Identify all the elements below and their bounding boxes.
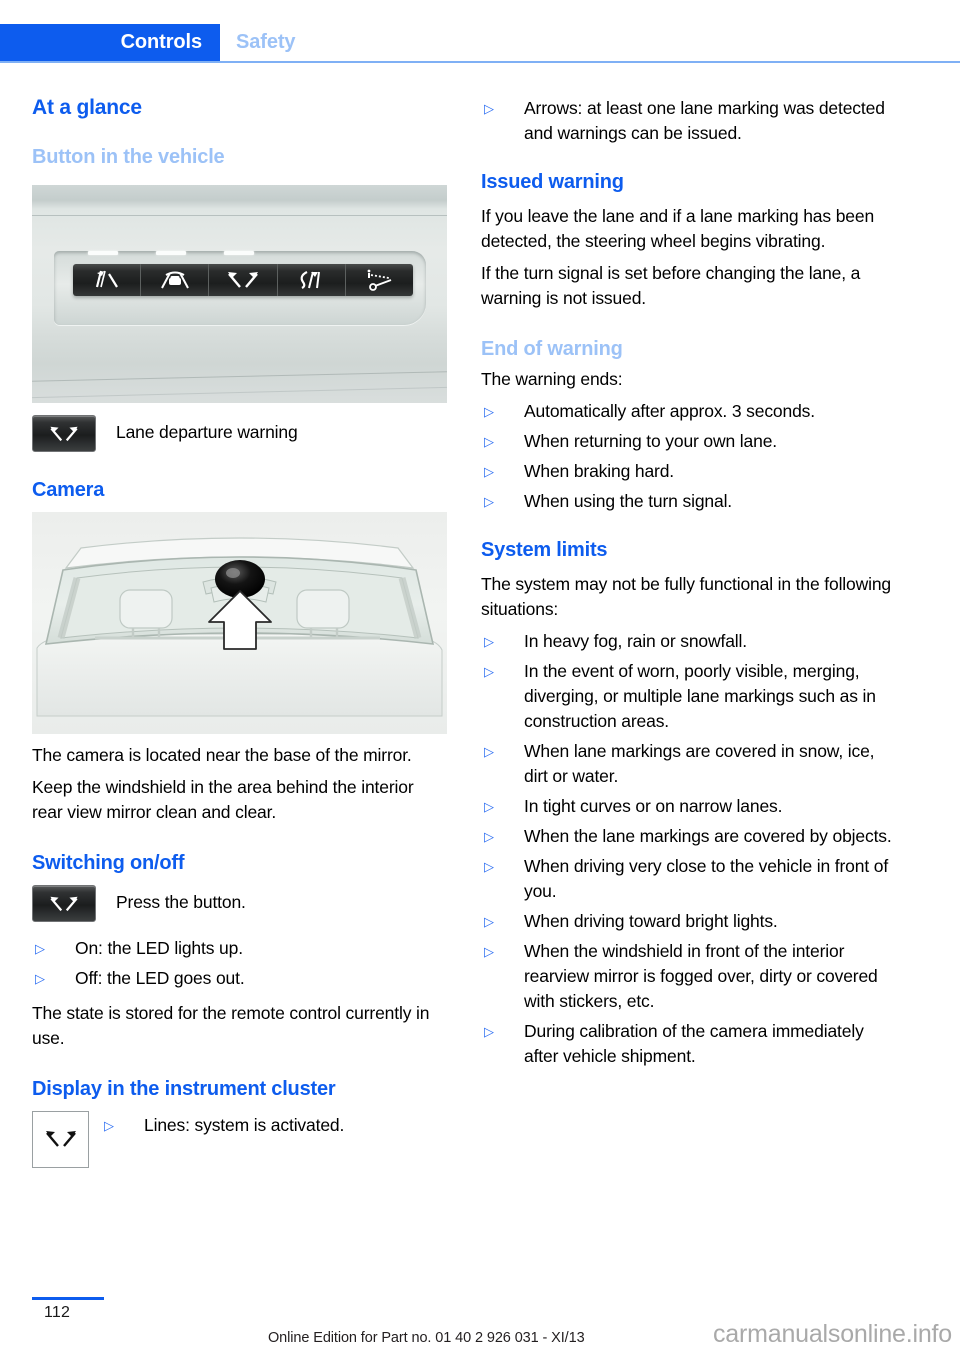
issued-warning-paragraph-2: If the turn signal is set before changin… — [481, 263, 861, 308]
list-item: ▷ When driving toward bright lights. — [481, 909, 896, 934]
page-number: 112 — [44, 1304, 71, 1321]
list-item-label: When the windshield in front of the inte… — [524, 941, 878, 1011]
heading-camera: Camera — [32, 479, 105, 501]
heading-display-instrument-cluster: Display in the instrument cluster — [32, 1078, 336, 1100]
list-item-label: When the lane markings are covered by ob… — [524, 826, 892, 846]
system-limits-intro: The system may not be fully functional i… — [481, 574, 892, 619]
bullet-triangle-icon: ▷ — [484, 101, 494, 116]
press-the-button-caption: Press the button. — [116, 892, 246, 912]
button-strip — [73, 264, 413, 296]
site-watermark: carmanualsonline.info — [712, 1320, 952, 1348]
list-item-label: Off: the LED goes out. — [75, 968, 245, 988]
button-active-cruise-control-icon[interactable] — [141, 264, 210, 296]
panel-seam — [32, 215, 447, 216]
heading-issued-warning: Issued warning — [481, 171, 624, 193]
end-of-warning-intro: The warning ends: — [481, 369, 623, 389]
figure-windshield-camera-location — [32, 512, 447, 734]
bullet-triangle-icon: ▷ — [484, 859, 494, 874]
button-lane-departure-warning-icon[interactable] — [209, 264, 278, 296]
heading-end-of-warning: End of warning — [481, 338, 623, 360]
heading-button-in-the-vehicle: Button in the vehicle — [32, 146, 225, 168]
list-item-label: When returning to your own lane. — [524, 431, 777, 451]
list-item: ▷ When braking hard. — [481, 459, 896, 484]
button-lane-keeping-icon[interactable] — [277, 264, 346, 296]
list-item: ▷ When the lane markings are covered by … — [481, 824, 896, 849]
tab-controls[interactable]: Controls — [0, 24, 220, 61]
lane-departure-warning-caption: Lane departure warning — [116, 422, 298, 442]
camera-paragraph-1: The camera is located near the base of t… — [32, 745, 412, 765]
bullet-triangle-icon: ▷ — [484, 664, 494, 679]
press-the-button-legend: Press the button. — [32, 885, 447, 922]
list-item-label: When braking hard. — [524, 461, 675, 481]
instrument-cluster-lines-icon — [32, 1111, 89, 1168]
footer-divider — [32, 1297, 104, 1300]
list-item-label: Automatically after approx. 3 seconds. — [524, 401, 815, 421]
bullet-triangle-icon: ▷ — [484, 434, 494, 449]
bullet-triangle-icon: ▷ — [104, 1118, 114, 1133]
bullet-triangle-icon: ▷ — [484, 744, 494, 759]
list-item-label: On: the LED lights up. — [75, 938, 243, 958]
list-item: ▷ In the event of worn, poorly visible, … — [481, 659, 896, 734]
bullet-triangle-icon: ▷ — [484, 1024, 494, 1039]
list-item-label: When lane markings are covered in snow, … — [524, 741, 875, 786]
camera-paragraph-2: Keep the windshield in the area behind t… — [32, 777, 414, 822]
list-item: ▷ When returning to your own lane. — [481, 429, 896, 454]
button-night-vision-icon[interactable] — [345, 264, 413, 296]
bullet-triangle-icon: ▷ — [484, 634, 494, 649]
list-item: ▷ In tight curves or on narrow lanes. — [481, 794, 896, 819]
list-item: ▷ When driving very close to the vehicle… — [481, 854, 896, 904]
list-item: ▷ In heavy fog, rain or snowfall. — [481, 629, 896, 654]
list-item-label: In heavy fog, rain or snowfall. — [524, 631, 747, 651]
bullet-triangle-icon: ▷ — [35, 941, 45, 956]
led-indicator-3 — [224, 251, 254, 255]
header-divider — [0, 61, 960, 63]
right-column: ▷ Arrows: at least one lane marking was … — [481, 96, 896, 1074]
list-item: ▷ Off: the LED goes out. — [32, 966, 447, 991]
page-title: At a glance — [32, 96, 142, 119]
list-item: ▷ When lane markings are covered in snow… — [481, 739, 896, 789]
list-item-label: Lines: system is activated. — [144, 1115, 345, 1135]
heading-switching-on-off: Switching on/off — [32, 852, 185, 874]
list-item-label: During calibration of the camera immedia… — [524, 1021, 864, 1066]
heading-system-limits: System limits — [481, 539, 608, 561]
page-header: Controls Safety — [0, 24, 960, 63]
list-item: ▷ Arrows: at least one lane marking was … — [481, 96, 896, 146]
lane-departure-warning-button-icon — [32, 415, 96, 452]
led-indicator-2 — [156, 251, 186, 255]
bullet-triangle-icon: ▷ — [484, 829, 494, 844]
lane-departure-warning-button-icon-2 — [32, 885, 96, 922]
footer-edition-text: Online Edition for Part no. 01 40 2 926 … — [268, 1330, 585, 1346]
list-item: ▷ Automatically after approx. 3 seconds. — [481, 399, 896, 424]
list-item-label: When driving toward bright lights. — [524, 911, 778, 931]
camera-illustration — [36, 537, 443, 717]
list-item-label: Arrows: at least one lane marking was de… — [524, 98, 885, 143]
button-lane-change-warning-icon[interactable] — [73, 264, 142, 296]
list-item: ▷ During calibration of the camera immed… — [481, 1019, 896, 1069]
issued-warning-paragraph-1: If you leave the lane and if a lane mark… — [481, 206, 875, 251]
list-item: ▷ When using the turn signal. — [481, 489, 896, 514]
list-item: ▷ On: the LED lights up. — [32, 936, 447, 961]
bullet-triangle-icon: ▷ — [484, 464, 494, 479]
bullet-triangle-icon: ▷ — [484, 494, 494, 509]
bullet-triangle-icon: ▷ — [484, 944, 494, 959]
list-item-label: When using the turn signal. — [524, 491, 733, 511]
lane-departure-warning-legend: Lane departure warning — [32, 415, 447, 452]
bullet-triangle-icon: ▷ — [484, 914, 494, 929]
bullet-triangle-icon: ▷ — [484, 799, 494, 814]
led-indicator-1 — [88, 251, 118, 255]
list-item-label: When driving very close to the vehicle i… — [524, 856, 889, 901]
switching-paragraph: The state is stored for the remote contr… — [32, 1003, 430, 1048]
list-item: ▷ Lines: system is activated. — [89, 1111, 344, 1138]
instrument-cluster-legend: ▷ Lines: system is activated. — [32, 1111, 447, 1168]
list-item-label: In the event of worn, poorly visible, me… — [524, 661, 876, 731]
tab-safety[interactable]: Safety — [236, 24, 296, 61]
bullet-triangle-icon: ▷ — [35, 971, 45, 986]
figure-vehicle-button-panel — [32, 185, 447, 403]
bullet-triangle-icon: ▷ — [484, 404, 494, 419]
list-item: ▷ When the windshield in front of the in… — [481, 939, 896, 1014]
list-item-label: In tight curves or on narrow lanes. — [524, 796, 783, 816]
left-column: At a glance Button in the vehicle Lane d… — [32, 96, 447, 1168]
